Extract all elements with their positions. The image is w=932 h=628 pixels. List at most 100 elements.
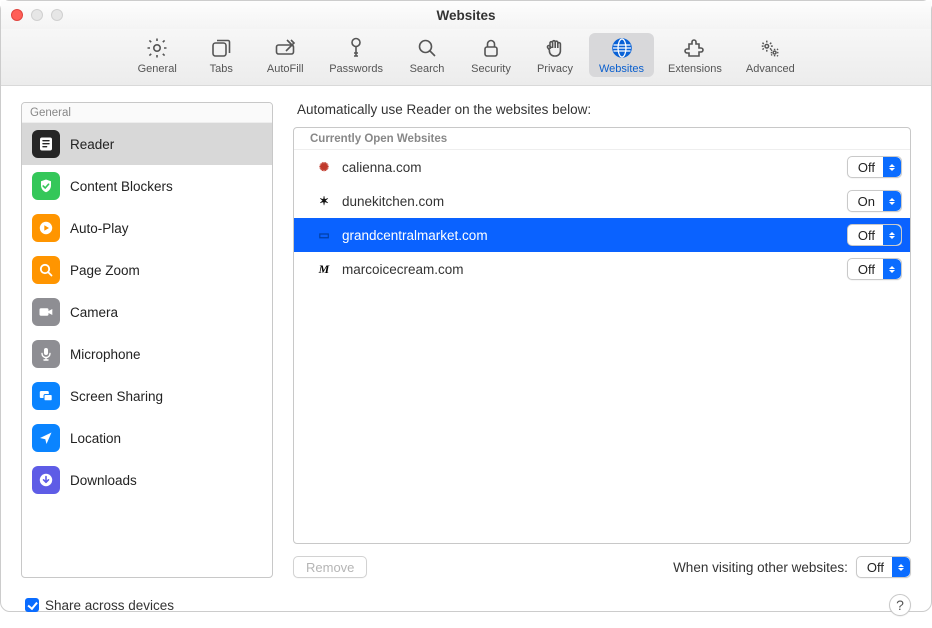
site-favicon: ✶ bbox=[316, 193, 332, 209]
help-button[interactable]: ? bbox=[889, 594, 911, 616]
sidebar-item-location[interactable]: Location bbox=[22, 417, 272, 459]
popup-value: Off bbox=[857, 560, 892, 575]
key-icon bbox=[343, 35, 369, 61]
toolbar-general[interactable]: General bbox=[127, 33, 187, 77]
reader-setting-popup[interactable]: On bbox=[847, 190, 902, 212]
sidebar-item-screen-sharing[interactable]: Screen Sharing bbox=[22, 375, 272, 417]
toolbar-label: Search bbox=[410, 63, 445, 75]
sidebar-label: Reader bbox=[70, 137, 114, 152]
site-favicon: M bbox=[316, 261, 332, 277]
reader-setting-popup[interactable]: Off bbox=[847, 156, 902, 178]
main-area: General Reader Content Blockers Auto-Pla… bbox=[1, 86, 931, 586]
checkbox-icon bbox=[25, 598, 39, 612]
download-icon bbox=[32, 466, 60, 494]
toolbar-label: Advanced bbox=[746, 63, 795, 75]
site-name: marcoicecream.com bbox=[342, 262, 837, 277]
sidebar-label: Screen Sharing bbox=[70, 389, 163, 404]
popup-stepper-icon bbox=[883, 157, 901, 177]
zoom-icon bbox=[32, 256, 60, 284]
sidebar-label: Page Zoom bbox=[70, 263, 140, 278]
search-icon bbox=[414, 35, 440, 61]
website-row[interactable]: M marcoicecream.com Off bbox=[294, 252, 910, 286]
toolbar-websites[interactable]: Websites bbox=[589, 33, 654, 77]
website-row[interactable]: ▭ grandcentralmarket.com Off bbox=[294, 218, 910, 252]
websites-list: Currently Open Websites ✺ calienna.com O… bbox=[293, 127, 911, 544]
toolbar-label: General bbox=[138, 63, 177, 75]
toolbar-tabs[interactable]: Tabs bbox=[191, 33, 251, 77]
gears-icon bbox=[757, 35, 783, 61]
sidebar-item-reader[interactable]: Reader bbox=[22, 123, 272, 165]
website-row[interactable]: ✶ dunekitchen.com On bbox=[294, 184, 910, 218]
toolbar-label: Tabs bbox=[210, 63, 233, 75]
site-favicon: ▭ bbox=[316, 227, 332, 243]
popup-stepper-icon bbox=[883, 225, 901, 245]
toolbar-label: Extensions bbox=[668, 63, 722, 75]
popup-value: Off bbox=[848, 228, 883, 243]
sidebar-item-page-zoom[interactable]: Page Zoom bbox=[22, 249, 272, 291]
tabs-icon bbox=[208, 35, 234, 61]
site-name: calienna.com bbox=[342, 160, 837, 175]
sidebar-list: Reader Content Blockers Auto-Play Page Z… bbox=[22, 123, 272, 577]
popup-stepper-icon bbox=[883, 191, 901, 211]
titlebar: Websites bbox=[1, 1, 931, 29]
share-across-devices-checkbox[interactable]: Share across devices bbox=[25, 598, 174, 613]
toolbar-label: Passwords bbox=[329, 63, 383, 75]
content-pane: Automatically use Reader on the websites… bbox=[293, 102, 911, 578]
toolbar-extensions[interactable]: Extensions bbox=[658, 33, 732, 77]
sidebar-label: Camera bbox=[70, 305, 118, 320]
shield-icon bbox=[32, 172, 60, 200]
screens-icon bbox=[32, 382, 60, 410]
popup-value: Off bbox=[848, 262, 883, 277]
site-name: grandcentralmarket.com bbox=[342, 228, 837, 243]
website-row[interactable]: ✺ calienna.com Off bbox=[294, 150, 910, 184]
preferences-toolbar: General Tabs AutoFill Passwords Search S… bbox=[1, 29, 931, 86]
toolbar-label: Privacy bbox=[537, 63, 573, 75]
toolbar-label: AutoFill bbox=[267, 63, 304, 75]
toolbar-advanced[interactable]: Advanced bbox=[736, 33, 805, 77]
pane-description: Automatically use Reader on the websites… bbox=[297, 102, 911, 117]
location-icon bbox=[32, 424, 60, 452]
other-websites-label: When visiting other websites: bbox=[673, 560, 848, 575]
other-websites-popup[interactable]: Off bbox=[856, 556, 911, 578]
camera-icon bbox=[32, 298, 60, 326]
lock-icon bbox=[478, 35, 504, 61]
toolbar-autofill[interactable]: AutoFill bbox=[255, 33, 315, 77]
sidebar-item-content-blockers[interactable]: Content Blockers bbox=[22, 165, 272, 207]
footer: Share across devices ? bbox=[1, 586, 931, 628]
toolbar-passwords[interactable]: Passwords bbox=[319, 33, 393, 77]
other-websites-group: When visiting other websites: Off bbox=[673, 556, 911, 578]
toolbar-label: Security bbox=[471, 63, 511, 75]
toolbar-search[interactable]: Search bbox=[397, 33, 457, 77]
toolbar-privacy[interactable]: Privacy bbox=[525, 33, 585, 77]
sidebar-item-camera[interactable]: Camera bbox=[22, 291, 272, 333]
popup-value: On bbox=[848, 194, 883, 209]
settings-sidebar: General Reader Content Blockers Auto-Pla… bbox=[21, 102, 273, 578]
reader-setting-popup[interactable]: Off bbox=[847, 258, 902, 280]
sidebar-item-microphone[interactable]: Microphone bbox=[22, 333, 272, 375]
sidebar-header: General bbox=[22, 103, 272, 123]
sidebar-label: Downloads bbox=[70, 473, 137, 488]
toolbar-label: Websites bbox=[599, 63, 644, 75]
globe-icon bbox=[609, 35, 635, 61]
puzzle-icon bbox=[682, 35, 708, 61]
popup-stepper-icon bbox=[892, 557, 910, 577]
toolbar-security[interactable]: Security bbox=[461, 33, 521, 77]
site-favicon: ✺ bbox=[316, 159, 332, 175]
hand-icon bbox=[542, 35, 568, 61]
sidebar-label: Microphone bbox=[70, 347, 141, 362]
microphone-icon bbox=[32, 340, 60, 368]
reader-icon bbox=[32, 130, 60, 158]
play-icon bbox=[32, 214, 60, 242]
gear-icon bbox=[144, 35, 170, 61]
sidebar-label: Auto-Play bbox=[70, 221, 129, 236]
remove-button[interactable]: Remove bbox=[293, 556, 367, 578]
sidebar-label: Location bbox=[70, 431, 121, 446]
pencil-box-icon bbox=[272, 35, 298, 61]
sidebar-item-downloads[interactable]: Downloads bbox=[22, 459, 272, 501]
reader-setting-popup[interactable]: Off bbox=[847, 224, 902, 246]
content-bottom-bar: Remove When visiting other websites: Off bbox=[293, 544, 911, 578]
sidebar-label: Content Blockers bbox=[70, 179, 173, 194]
site-name: dunekitchen.com bbox=[342, 194, 837, 209]
window-title: Websites bbox=[1, 8, 931, 23]
sidebar-item-auto-play[interactable]: Auto-Play bbox=[22, 207, 272, 249]
